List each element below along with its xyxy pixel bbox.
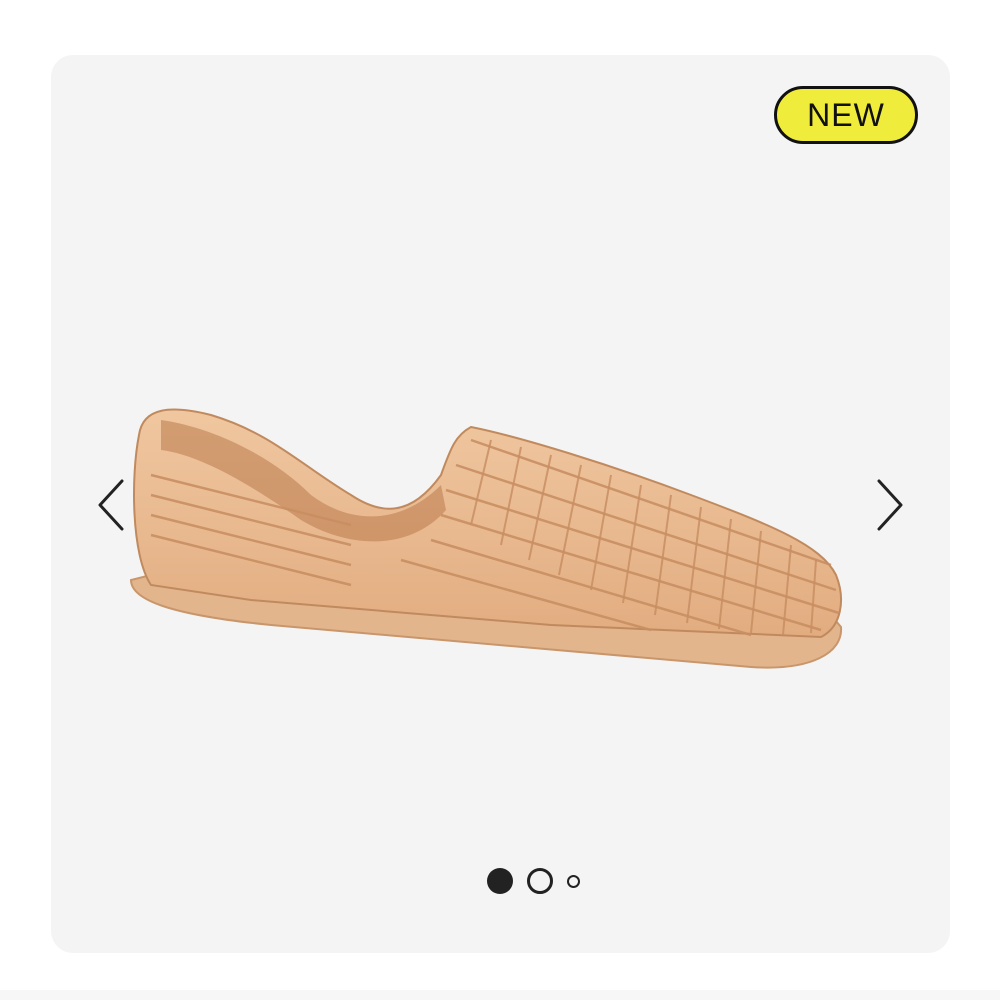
carousel-dot-3[interactable] bbox=[567, 874, 580, 888]
next-image-button[interactable] bbox=[870, 475, 910, 535]
previous-image-button[interactable] bbox=[91, 475, 131, 535]
new-badge-label: NEW bbox=[807, 96, 885, 133]
new-badge: NEW bbox=[774, 86, 918, 144]
carousel-pagination bbox=[487, 868, 580, 894]
product-image bbox=[129, 408, 843, 669]
product-image-card: NEW bbox=[51, 55, 950, 953]
sandal-illustration bbox=[129, 408, 843, 669]
page-footer-edge bbox=[0, 990, 1000, 1000]
carousel-dot-1[interactable] bbox=[487, 868, 513, 894]
chevron-right-icon bbox=[877, 479, 903, 531]
carousel-dot-2[interactable] bbox=[527, 868, 553, 894]
chevron-left-icon bbox=[98, 479, 124, 531]
